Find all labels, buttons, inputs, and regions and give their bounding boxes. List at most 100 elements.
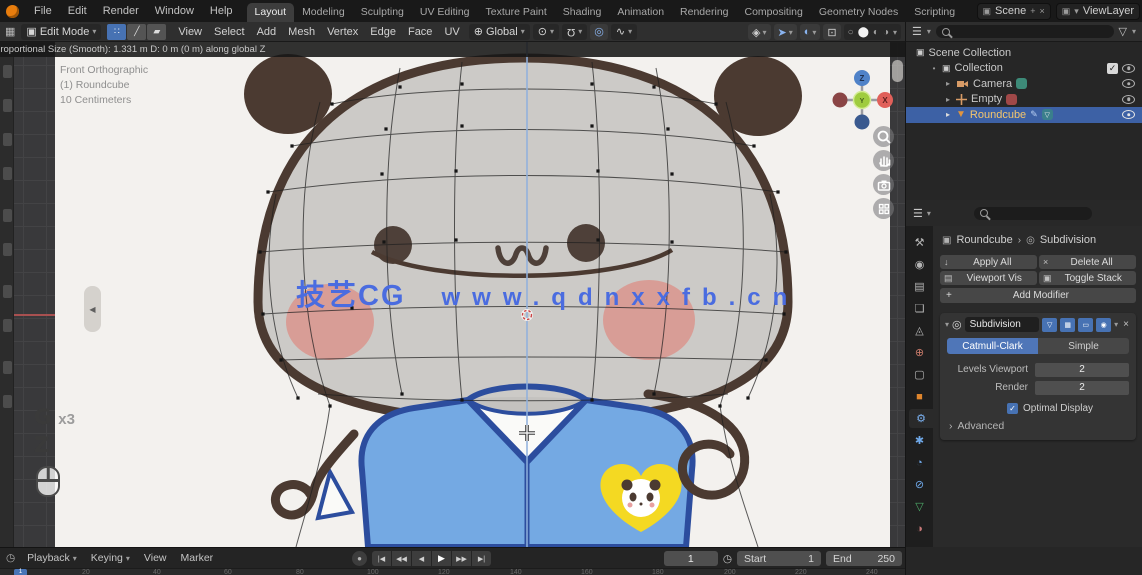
vertex-select-button[interactable]: ∷: [107, 23, 127, 40]
end-frame-field[interactable]: End 250: [826, 551, 902, 566]
workspace-tab-rendering[interactable]: Rendering: [672, 3, 736, 22]
properties-tab-modifiers[interactable]: ⚙: [909, 409, 933, 428]
proportional-editing-toggle[interactable]: ◎: [590, 23, 608, 40]
outliner-row-scene-collection[interactable]: ▣ Scene Collection: [906, 45, 1142, 61]
play-button[interactable]: ▶: [432, 551, 451, 566]
next-keyframe-button[interactable]: ▶▶: [452, 551, 471, 566]
modifier-edit-mode-toggle[interactable]: ▦: [1060, 317, 1076, 332]
apply-all-button[interactable]: ↓ Apply All: [940, 255, 1037, 269]
eye-icon[interactable]: [1122, 63, 1135, 73]
snap-dropdown[interactable]: Ω ▾: [561, 23, 588, 40]
toolbar-collapse-handle[interactable]: ◀: [84, 286, 101, 332]
expander-icon[interactable]: ▸: [944, 95, 952, 104]
workspace-tab-texture-paint[interactable]: Texture Paint: [478, 3, 555, 22]
modifier-extras-dropdown[interactable]: ▾: [1114, 320, 1118, 329]
previous-keyframe-button[interactable]: ◀◀: [392, 551, 411, 566]
advanced-expander[interactable]: › Advanced: [949, 420, 1131, 432]
properties-tab-object[interactable]: ■: [906, 387, 933, 406]
eye-icon[interactable]: [1122, 79, 1135, 89]
outliner-search-input[interactable]: [935, 25, 1114, 39]
breadcrumb-modifier[interactable]: Subdivision: [1040, 234, 1096, 246]
transform-orientation-dropdown[interactable]: ⊕ Global ▾: [468, 23, 530, 40]
properties-search-input[interactable]: [974, 206, 1093, 220]
marker-menu[interactable]: Marker: [175, 552, 220, 564]
new-scene-icon[interactable]: +: [1030, 6, 1035, 16]
playhead[interactable]: 1: [14, 569, 27, 575]
modifier-realtime-toggle[interactable]: ▭: [1078, 317, 1094, 332]
navigation-gizmo[interactable]: Z X Y: [828, 66, 896, 134]
chevron-down-icon[interactable]: ▾: [945, 320, 949, 329]
current-frame-field[interactable]: 1: [663, 551, 718, 566]
render-levels-field[interactable]: 2: [1035, 380, 1129, 395]
timeline-ruler[interactable]: 20 40 60 80 100 120 140 160 180 200 220 …: [0, 568, 905, 575]
menu-edit[interactable]: Edit: [60, 5, 95, 17]
pivot-point-dropdown[interactable]: ⊙ ▾: [532, 23, 559, 40]
workspace-tab-geometry-nodes[interactable]: Geometry Nodes: [811, 3, 906, 22]
workspace-tab-layout[interactable]: Layout: [246, 3, 295, 22]
expander-icon[interactable]: ▸: [944, 110, 952, 119]
jump-to-end-button[interactable]: ▶|: [472, 551, 491, 566]
xray-toggle[interactable]: ⊡: [823, 24, 841, 40]
face-select-button[interactable]: ▰: [147, 23, 167, 40]
outliner-row-empty[interactable]: ▸ Empty: [906, 92, 1142, 108]
toggle-stack-button[interactable]: ▣ Toggle Stack: [1039, 271, 1136, 285]
properties-tab-world[interactable]: ⊕: [906, 343, 933, 362]
workspace-tab-uv-editing[interactable]: UV Editing: [412, 3, 478, 22]
menu-view[interactable]: View: [172, 26, 208, 38]
pan-button[interactable]: [873, 150, 894, 171]
menu-add[interactable]: Add: [251, 26, 283, 38]
menu-select[interactable]: Select: [208, 26, 251, 38]
editor-type-icon[interactable]: ▦: [0, 25, 18, 38]
eye-icon[interactable]: [1122, 94, 1135, 104]
jump-to-start-button[interactable]: |◀: [372, 551, 391, 566]
previous-frame-button[interactable]: ◀: [412, 551, 431, 566]
mode-dropdown[interactable]: ▣ Edit Mode ▾: [21, 23, 102, 40]
shading-solid-button[interactable]: ⬤: [858, 27, 869, 38]
perspective-toggle-button[interactable]: [873, 198, 894, 219]
modifier-name-field[interactable]: Subdivision: [964, 317, 1040, 332]
close-scene-icon[interactable]: ×: [1040, 6, 1045, 16]
shading-rendered-button[interactable]: ◑: [883, 27, 889, 38]
shading-material-button[interactable]: ◐: [873, 27, 879, 38]
properties-tab-render[interactable]: ◉: [906, 255, 933, 274]
scene-selector[interactable]: ▣ Scene + ×: [976, 2, 1051, 20]
menu-face[interactable]: Face: [402, 26, 438, 38]
catmull-clark-button[interactable]: Catmull-Clark: [947, 338, 1038, 354]
start-frame-field[interactable]: Start 1: [737, 551, 821, 566]
menu-render[interactable]: Render: [95, 5, 147, 17]
overlays-dropdown[interactable]: ◐ ▾: [799, 24, 821, 40]
menu-vertex[interactable]: Vertex: [321, 26, 364, 38]
outliner-display-mode-dropdown[interactable]: ☰: [912, 25, 922, 38]
edge-select-button[interactable]: ╱: [127, 23, 147, 40]
breadcrumb-object[interactable]: Roundcube: [956, 234, 1012, 246]
simple-button[interactable]: Simple: [1038, 338, 1129, 354]
delete-all-button[interactable]: × Delete All: [1039, 255, 1136, 269]
view-layer-selector[interactable]: ▣ ▾ ViewLayer: [1055, 2, 1140, 20]
menu-file[interactable]: File: [26, 5, 60, 17]
properties-tab-data[interactable]: ▽: [906, 497, 933, 516]
properties-tab-particles[interactable]: ✱: [906, 431, 933, 450]
properties-tab-collection[interactable]: ▢: [906, 365, 933, 384]
outliner-row-roundcube[interactable]: ▸ ▼ Roundcube ✎ ▽: [906, 107, 1142, 123]
expander-icon[interactable]: ▸: [944, 79, 952, 88]
properties-tab-tool[interactable]: ⚒: [906, 233, 933, 252]
modifier-on-cage-toggle[interactable]: ▽: [1042, 317, 1058, 332]
menu-mesh[interactable]: Mesh: [282, 26, 321, 38]
show-gizmo-dropdown[interactable]: ◈ ▾: [748, 24, 771, 40]
zoom-button[interactable]: [873, 126, 894, 147]
tool-strip[interactable]: [0, 57, 14, 547]
timeline-editor-icon[interactable]: ◷: [0, 552, 19, 564]
workspace-tab-scripting[interactable]: Scripting: [906, 3, 963, 22]
view-menu[interactable]: View: [138, 552, 173, 564]
modifier-render-toggle[interactable]: ◉: [1096, 317, 1112, 332]
levels-viewport-field[interactable]: 2: [1035, 362, 1129, 377]
optimal-display-checkbox[interactable]: ✓: [1007, 403, 1018, 414]
camera-view-button[interactable]: [873, 174, 894, 195]
properties-tab-scene[interactable]: ◬: [906, 321, 933, 340]
eye-icon[interactable]: [1122, 110, 1135, 120]
properties-tab-view-layer[interactable]: ❏: [906, 299, 933, 318]
workspace-tab-modeling[interactable]: Modeling: [294, 3, 353, 22]
workspace-tab-sculpting[interactable]: Sculpting: [353, 3, 412, 22]
proportional-falloff-dropdown[interactable]: ∿ ▾: [610, 23, 638, 40]
record-button[interactable]: ●: [352, 551, 367, 566]
